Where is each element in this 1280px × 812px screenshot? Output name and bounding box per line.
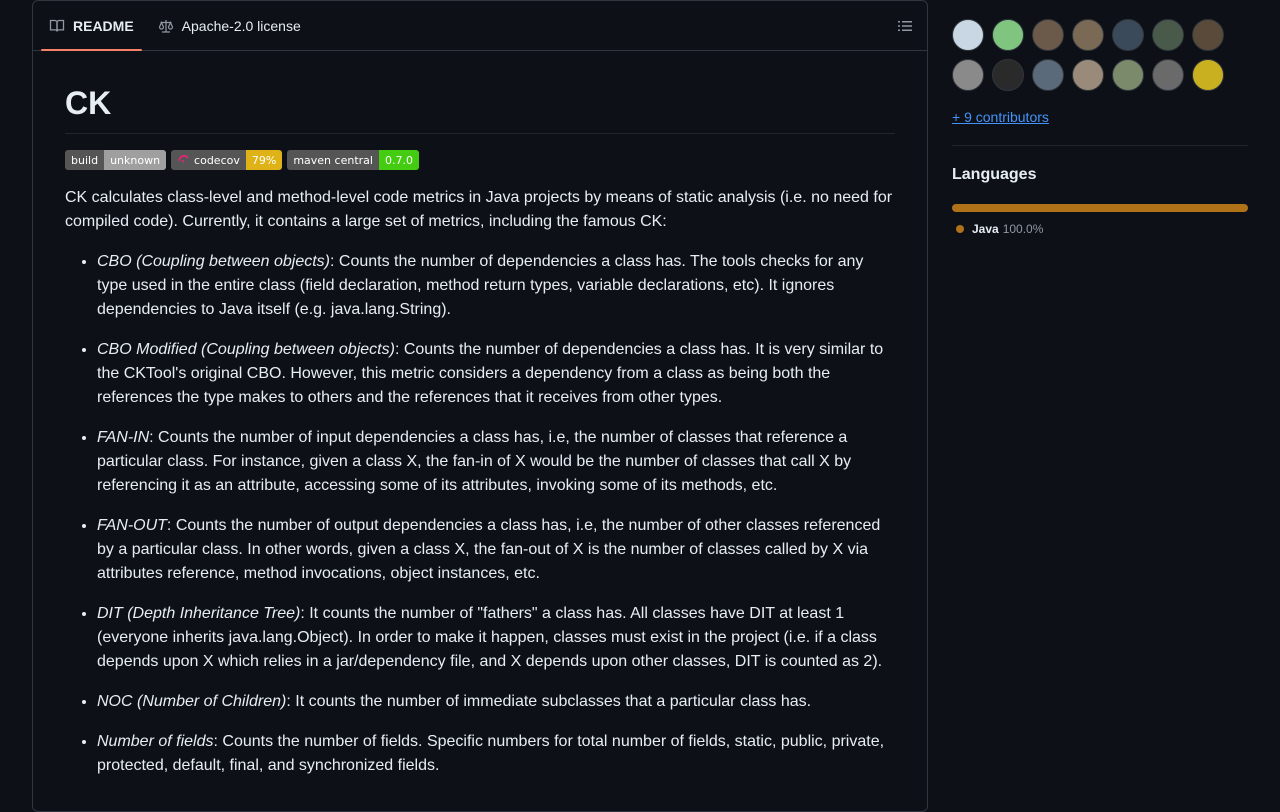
list-item: FAN-IN: Counts the number of input depen… xyxy=(97,426,895,498)
metric-term: CBO Modified (Coupling between objects) xyxy=(97,341,395,358)
metric-term: Number of fields xyxy=(97,733,214,750)
languages-title: Languages xyxy=(952,166,1037,183)
codecov-badge[interactable]: codecov 79% xyxy=(171,150,283,170)
divider xyxy=(952,145,1248,146)
readme-title: CK xyxy=(65,83,895,134)
list-item: Number of fields: Counts the number of f… xyxy=(97,730,895,778)
build-badge[interactable]: build unknown xyxy=(65,150,167,170)
contributors-link[interactable]: + 9 contributors xyxy=(952,109,1049,125)
metric-term: FAN-OUT xyxy=(97,517,167,534)
list-item: CBO (Coupling between objects): Counts t… xyxy=(97,250,895,322)
badge-value: unknown xyxy=(104,150,167,170)
badge-label: maven central xyxy=(287,150,379,170)
contributor-avatars xyxy=(952,19,1248,91)
tab-license[interactable]: Apache-2.0 license xyxy=(150,1,309,50)
avatar[interactable] xyxy=(1112,19,1144,51)
metric-term: DIT (Depth Inheritance Tree) xyxy=(97,605,301,622)
readme-tab-bar: README Apache-2.0 license xyxy=(33,1,927,51)
badge-value: 79% xyxy=(245,150,283,170)
badge-label-text: codecov xyxy=(194,153,240,167)
codecov-icon xyxy=(178,155,189,163)
badge-label: build xyxy=(65,150,105,170)
list-item: DIT (Depth Inheritance Tree): It counts … xyxy=(97,602,895,674)
law-icon xyxy=(158,19,173,33)
avatar[interactable] xyxy=(1032,59,1064,91)
tab-label: README xyxy=(73,17,134,34)
badge-label: codecov xyxy=(171,150,246,170)
language-name: Java xyxy=(972,222,999,236)
metric-description: : Counts the number of input dependencie… xyxy=(97,429,852,494)
avatar[interactable] xyxy=(992,59,1024,91)
list-item: CBO Modified (Coupling between objects):… xyxy=(97,338,895,410)
tab-label: Apache-2.0 license xyxy=(181,17,301,34)
avatar[interactable] xyxy=(992,19,1024,51)
avatar[interactable] xyxy=(1072,59,1104,91)
list-unordered-icon xyxy=(898,21,912,31)
avatar[interactable] xyxy=(1152,59,1184,91)
avatar[interactable] xyxy=(1192,59,1224,91)
metrics-list: CBO (Coupling between objects) : Counts t… xyxy=(65,250,895,778)
metric-term: CBO (Coupling between objects) xyxy=(97,253,331,270)
badge-value: 0.7.0 xyxy=(378,150,419,170)
tab-readme[interactable]: README xyxy=(41,1,142,51)
avatar[interactable] xyxy=(1192,19,1224,51)
metric-term: NOC (Number of Children) xyxy=(97,693,287,710)
language-item-java[interactable]: Java 100.0% xyxy=(952,222,1248,236)
badge-row: build unknown codecov 79% maven central … xyxy=(65,150,895,170)
book-icon xyxy=(49,19,65,32)
language-color-dot xyxy=(956,225,964,233)
avatar[interactable] xyxy=(1032,19,1064,51)
avatar[interactable] xyxy=(952,59,984,91)
maven-central-badge[interactable]: maven central 0.7.0 xyxy=(287,150,419,170)
avatar[interactable] xyxy=(1112,59,1144,91)
language-percent: 100.0% xyxy=(1002,222,1044,236)
readme-panel: README Apache-2.0 license CK build unkno… xyxy=(32,0,928,812)
avatar[interactable] xyxy=(952,19,984,51)
repo-sidebar: + 9 contributors Languages Java 100.0% xyxy=(952,0,1248,236)
readme-article: CK build unknown codecov 79% maven centr… xyxy=(33,51,927,778)
metric-term: FAN-IN xyxy=(97,429,150,446)
intro-paragraph: CK calculates class-level and method-lev… xyxy=(65,189,893,230)
list-item: FAN-OUT: Counts the number of output dep… xyxy=(97,514,895,586)
avatar[interactable] xyxy=(1152,19,1184,51)
language-bar xyxy=(952,204,1248,212)
metric-description: : Counts the number of fields. Specific … xyxy=(97,733,885,774)
list-item: NOC (Number of Children): It counts the … xyxy=(97,690,895,714)
avatar[interactable] xyxy=(1072,19,1104,51)
metric-description: : It counts the number of immediate subc… xyxy=(286,693,812,710)
metric-description: : Counts the number of output dependenci… xyxy=(97,517,881,582)
outline-button[interactable] xyxy=(893,14,917,38)
